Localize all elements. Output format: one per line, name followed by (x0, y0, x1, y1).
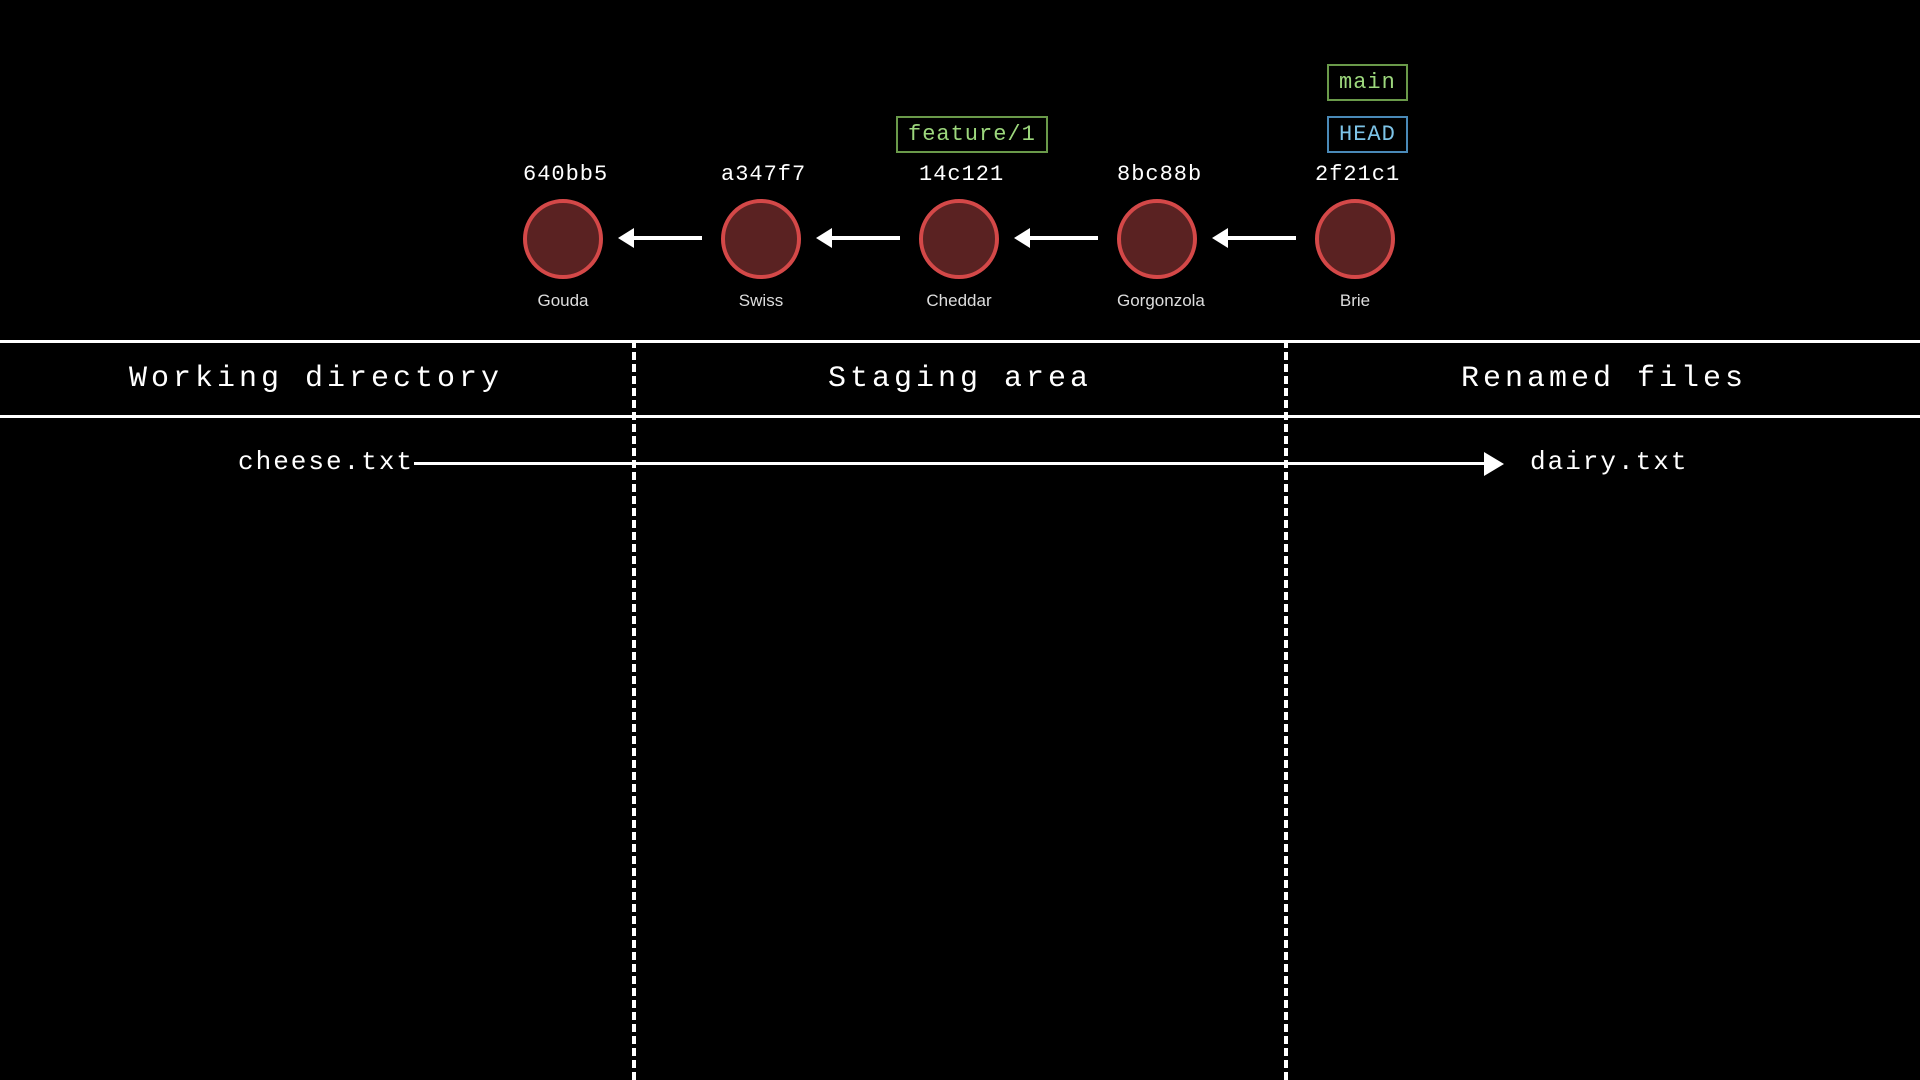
commit-node: 640bb5 Gouda (523, 162, 603, 311)
parent-arrow-icon (1028, 236, 1098, 240)
section-header-staging: Staging area (636, 340, 1284, 418)
section-divider (632, 340, 636, 1080)
commit-hash: 8bc88b (1117, 162, 1197, 187)
commit-message: Brie (1315, 291, 1395, 311)
commit-circle-icon (1315, 199, 1395, 279)
commit-circle-icon (1117, 199, 1197, 279)
target-file: dairy.txt (1530, 447, 1688, 477)
branch-ref-main: main (1327, 64, 1408, 101)
section-divider (1284, 340, 1288, 1080)
commit-hash: 2f21c1 (1315, 162, 1395, 187)
commit-hash: 640bb5 (523, 162, 603, 187)
parent-arrow-icon (1226, 236, 1296, 240)
commit-node: 14c121 Cheddar (919, 162, 999, 311)
source-file: cheese.txt (238, 447, 414, 477)
commit-message: Gorgonzola (1117, 291, 1197, 311)
commit-message: Cheddar (919, 291, 999, 311)
commit-circle-icon (919, 199, 999, 279)
commit-node: 8bc88b Gorgonzola (1117, 162, 1197, 311)
section-header-renamed: Renamed files (1288, 340, 1920, 418)
commit-message: Gouda (523, 291, 603, 311)
commit-hash: 14c121 (919, 162, 999, 187)
rename-arrow-icon (414, 462, 1486, 465)
commit-circle-icon (523, 199, 603, 279)
parent-arrow-icon (830, 236, 900, 240)
section-header-working: Working directory (0, 340, 632, 418)
commit-circle-icon (721, 199, 801, 279)
commit-node: a347f7 Swiss (721, 162, 801, 311)
parent-arrow-icon (632, 236, 702, 240)
commit-message: Swiss (721, 291, 801, 311)
file-sections: Working directory Staging area Renamed f… (0, 340, 1920, 1080)
head-ref: HEAD (1327, 116, 1408, 153)
branch-ref-feature: feature/1 (896, 116, 1048, 153)
commit-graph: main HEAD feature/1 640bb5 Gouda a347f7 … (0, 50, 1920, 320)
commit-hash: a347f7 (721, 162, 801, 187)
commit-node: 2f21c1 Brie (1315, 162, 1395, 311)
